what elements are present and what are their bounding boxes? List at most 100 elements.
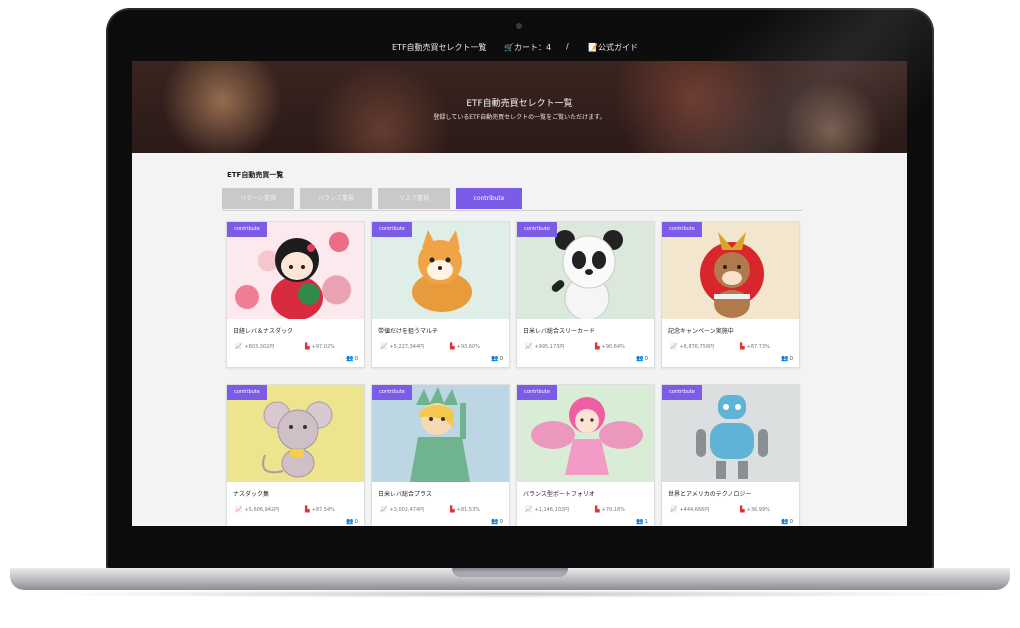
- laptop-shadow: [30, 590, 990, 598]
- camera-icon: [516, 23, 522, 29]
- like-count-text: 0: [644, 356, 649, 362]
- card-title: 日米レバ総合スリーカード: [523, 328, 596, 335]
- profit-amount-text: +5,606,942円: [244, 507, 280, 513]
- strategy-card[interactable]: contribute 带値だけを狙うマルチ 📈 +5,227,344円 ▙ +93.…: [371, 221, 510, 368]
- card-image-samurai-dog: contribute: [662, 222, 799, 319]
- profit-percent-text: +97.02%: [311, 344, 335, 350]
- card-image-liberty: contribute: [372, 385, 509, 482]
- strategy-card[interactable]: contribute 世界とアメリカのテクノロジー 📈 +444,666円 ▙ +3…: [661, 384, 800, 526]
- profit-percent-text: +87.54%: [311, 507, 335, 513]
- strategy-card[interactable]: contribute 日米レバ総合スリーカード 📈 +995,173円 ▙ +90.…: [516, 221, 655, 368]
- profit-percent-text: +87.73%: [746, 344, 770, 350]
- users-icon: 👥: [781, 355, 789, 362]
- tab-bar: リターン重視 バランス重視 リスク重視 contribute: [222, 188, 802, 211]
- profit-amount: 📈 +5,227,344円: [380, 343, 424, 350]
- like-count[interactable]: 👥0: [491, 355, 503, 362]
- profit-amount-text: +444,666円: [679, 507, 710, 513]
- card-image-kokeshi: contribute: [227, 222, 364, 319]
- profit-amount-text: +5,227,344円: [389, 344, 425, 350]
- section-title: ETF自動売買一覧: [227, 171, 284, 179]
- like-count[interactable]: 👥0: [346, 518, 358, 525]
- hero-subtitle: 登録しているETF自動売買セレクトの一覧をご覧いただけます。: [433, 114, 606, 121]
- users-icon: 👥: [636, 518, 644, 525]
- chart-icon: ▙: [740, 506, 745, 513]
- contribute-badge: contribute: [372, 222, 412, 237]
- card-image-panda: contribute: [517, 222, 654, 319]
- contribute-badge: contribute: [662, 222, 702, 237]
- profit-percent: ▙ +36.99%: [740, 506, 770, 513]
- strategy-card[interactable]: contribute バランス型ポートフォリオ 📈 +1,146,102円 ▙ +7…: [516, 384, 655, 526]
- top-navigation: ETF自動売買セレクト一覧 🛒カート：4 / 📝公式ガイド: [132, 33, 907, 61]
- like-count-text: 0: [789, 356, 794, 362]
- like-count-text: 0: [354, 519, 359, 525]
- profit-percent-text: +81.53%: [456, 507, 480, 513]
- trend-up-icon: 📈: [380, 506, 388, 513]
- laptop-opening-notch: [452, 568, 568, 577]
- like-count-text: 0: [354, 356, 359, 362]
- card-image-mouse: contribute: [227, 385, 364, 482]
- profit-percent: ▙ +90.64%: [595, 343, 625, 350]
- chart-icon: ▙: [740, 343, 745, 350]
- users-icon: 👥: [636, 355, 644, 362]
- users-icon: 👥: [491, 355, 499, 362]
- profit-percent: ▙ +97.02%: [305, 343, 335, 350]
- like-count[interactable]: 👥1: [636, 518, 648, 525]
- hero-banner: ETF自動売買セレクト一覧 登録しているETF自動売買セレクトの一覧をご覧いただ…: [132, 61, 907, 153]
- tab-contribute[interactable]: contribute: [456, 188, 522, 209]
- profit-amount-text: +6,876,756円: [679, 344, 715, 350]
- profit-percent-text: +70.16%: [601, 507, 625, 513]
- card-title: バランス型ポートフォリオ: [523, 491, 595, 498]
- contribute-badge: contribute: [662, 385, 702, 400]
- chart-icon: ▙: [305, 506, 310, 513]
- card-image-fairy: contribute: [517, 385, 654, 482]
- card-title: 世界とアメリカのテクノロジー: [668, 491, 752, 498]
- like-count[interactable]: 👥0: [346, 355, 358, 362]
- nav-item-etf-list[interactable]: ETF自動売買セレクト一覧: [392, 42, 487, 53]
- users-icon: 👥: [781, 518, 789, 525]
- card-title: 日米レバ総合プラス: [378, 491, 432, 498]
- strategy-card[interactable]: contribute 記念キャンペーン実施中 📈 +6,876,756円 ▙ +87…: [661, 221, 800, 368]
- profit-percent-text: +90.64%: [601, 344, 625, 350]
- users-icon: 👥: [491, 518, 499, 525]
- chart-icon: ▙: [595, 343, 600, 350]
- profit-percent: ▙ +93.60%: [450, 343, 480, 350]
- chart-icon: ▙: [450, 506, 455, 513]
- nav-item-cart[interactable]: 🛒カート：4: [504, 42, 551, 53]
- like-count-text: 0: [499, 519, 504, 525]
- contribute-badge: contribute: [372, 385, 412, 400]
- card-title: 带値だけを狙うマルチ: [378, 328, 439, 335]
- strategy-card[interactable]: contribute 日経レバ＆ナスダック 📈 +803,302円 ▙ +97.02…: [226, 221, 365, 368]
- nav-separator: /: [566, 42, 569, 51]
- tab-risk[interactable]: リスク重視: [378, 188, 450, 209]
- tab-balance[interactable]: バランス重視: [300, 188, 372, 209]
- nav-item-guide[interactable]: 📝公式ガイド: [588, 42, 638, 53]
- trend-up-icon: 📈: [380, 343, 388, 350]
- card-title: 記念キャンペーン実施中: [668, 328, 734, 335]
- strategy-card[interactable]: contribute ナスダック集 📈 +5,606,942円 ▙ +87.54% …: [226, 384, 365, 526]
- chart-icon: ▙: [450, 343, 455, 350]
- profit-percent: ▙ +87.73%: [740, 343, 770, 350]
- tab-return[interactable]: リターン重視: [222, 188, 294, 209]
- trend-up-icon: 📈: [525, 506, 533, 513]
- profit-amount: 📈 +995,173円: [525, 343, 564, 350]
- profit-amount: 📈 +444,666円: [670, 506, 709, 513]
- trend-up-icon: 📈: [235, 343, 243, 350]
- profit-percent-text: +93.60%: [456, 344, 480, 350]
- like-count-text: 0: [789, 519, 794, 525]
- like-count[interactable]: 👥0: [636, 355, 648, 362]
- like-count-text: 0: [499, 356, 504, 362]
- trend-up-icon: 📈: [670, 506, 678, 513]
- profit-amount-text: +1,146,102円: [534, 507, 570, 513]
- like-count[interactable]: 👥0: [781, 355, 793, 362]
- hero-title: ETF自動売買セレクト一覧: [466, 99, 573, 109]
- card-image-shiba: contribute: [372, 222, 509, 319]
- like-count[interactable]: 👥0: [491, 518, 503, 525]
- trend-up-icon: 📈: [235, 506, 243, 513]
- strategy-card[interactable]: contribute 日米レバ総合プラス 📈 +3,002,474円 ▙ +81.5…: [371, 384, 510, 526]
- profit-percent-text: +36.99%: [746, 507, 770, 513]
- profit-percent: ▙ +70.16%: [595, 506, 625, 513]
- like-count[interactable]: 👥0: [781, 518, 793, 525]
- card-title: ナスダック集: [233, 491, 270, 498]
- card-image-robot: contribute: [662, 385, 799, 482]
- trend-up-icon: 📈: [670, 343, 678, 350]
